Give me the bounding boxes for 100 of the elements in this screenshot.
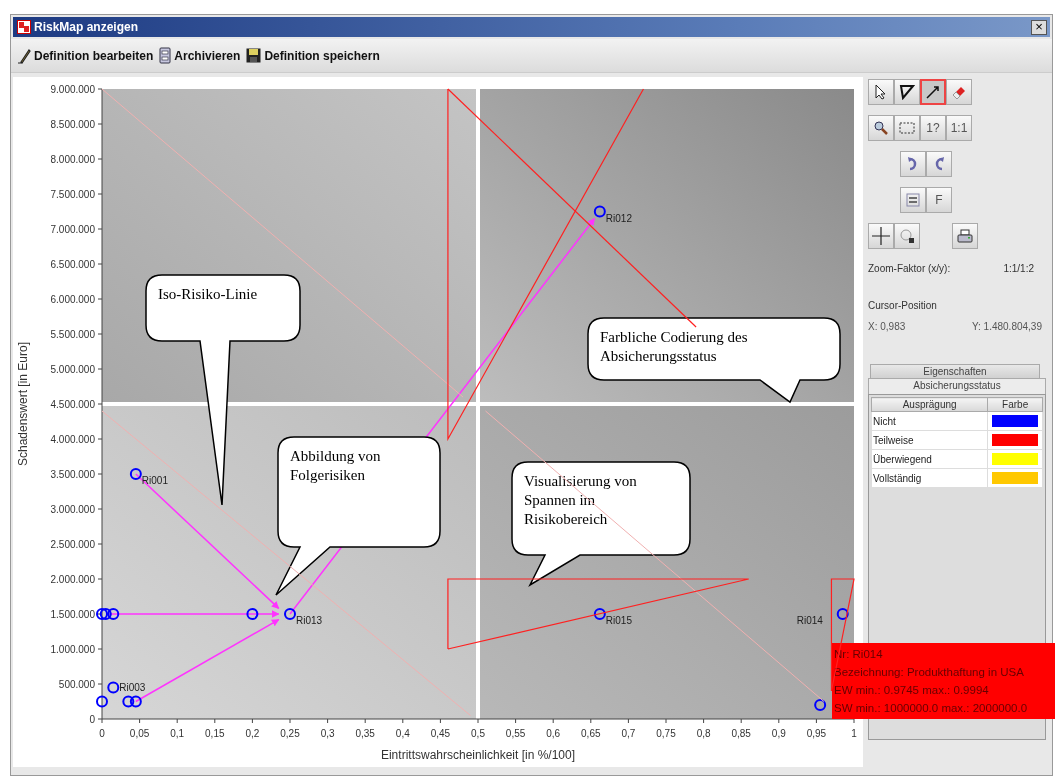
table-cell: Vollständig: [871, 468, 988, 488]
dashed-rectangle-icon: [899, 122, 915, 134]
tooltip-line: Bezeichnung: Produkthaftung in USA: [834, 665, 1025, 680]
tool-button[interactable]: [868, 79, 894, 105]
tab[interactable]: Absicherungsstatus: [868, 378, 1046, 394]
y-tick-label: 2.500.000: [50, 539, 95, 550]
x-tick-label: 0,65: [581, 728, 601, 739]
lasso-icon: [899, 228, 915, 244]
window-title: RiskMap anzeigen: [34, 20, 140, 34]
tool-button[interactable]: [920, 79, 946, 105]
y-tick-label: 500.000: [58, 679, 95, 690]
table-cell: Nicht: [871, 411, 988, 431]
y-tick-label: 1.500.000: [50, 609, 95, 620]
x-tick-label: 0,6: [546, 728, 561, 739]
x-tick-label: 0,1: [170, 728, 185, 739]
column-header: Farbe: [987, 397, 1043, 412]
line-arrow-icon: [925, 84, 941, 100]
risk-point[interactable]: [246, 608, 259, 620]
risk-point[interactable]: [836, 608, 849, 620]
y-tick-label: 6.500.000: [50, 259, 95, 270]
risk-point[interactable]: [122, 695, 135, 708]
x-tick-label: 0,9: [771, 728, 786, 739]
x-tick-label: 0,95: [806, 728, 827, 739]
tool-button[interactable]: 1?: [920, 115, 946, 141]
x-tick-label: 0: [99, 728, 105, 739]
x-tick-label: 0,7: [621, 728, 636, 739]
frame-icon: [906, 193, 920, 207]
point-label: Ri012: [605, 212, 632, 224]
point-label: Ri015: [605, 615, 632, 626]
cursor-y-value: Y: 1.480.804,39: [971, 321, 1042, 332]
risk-point[interactable]: [96, 608, 108, 620]
printer-icon: [957, 229, 973, 243]
cabinet-icon: [159, 47, 172, 64]
pencil-icon: [17, 47, 31, 64]
eraser-icon: [951, 84, 967, 100]
tool-button[interactable]: F: [926, 187, 952, 213]
toolbar-button[interactable]: Archivieren: [159, 47, 241, 64]
y-tick-label: 9.000.000: [50, 84, 95, 95]
x-tick-label: 0,75: [656, 728, 676, 739]
risk-point[interactable]: [96, 695, 108, 708]
y-tick-label: 0: [89, 714, 95, 725]
risk-point[interactable]: [107, 608, 120, 620]
y-tick-label: 6.000.000: [50, 294, 95, 305]
x-tick-label: 0,55: [505, 728, 526, 739]
point-label: Ri014: [796, 615, 823, 626]
y-axis-title: Schadenswert [in Euro]: [16, 341, 30, 467]
x-tick-label: 0,5: [471, 728, 485, 739]
x-tick-label: 0,25: [280, 728, 300, 739]
risk-point[interactable]: [284, 608, 296, 620]
tool-button[interactable]: [894, 79, 920, 105]
triangle-icon: [899, 84, 915, 100]
risk-point[interactable]: [129, 468, 142, 480]
x-axis-title: Eintrittswahrscheinlichkeit [in %/100]: [380, 748, 576, 762]
x-tick-label: 0,4: [395, 728, 410, 739]
x-tick-label: 0,8: [696, 728, 711, 739]
tool-button[interactable]: 1:1: [946, 115, 972, 141]
toolbar-button[interactable]: Definition bearbeiten: [17, 47, 154, 64]
toolbar-button[interactable]: Definition speichern: [246, 47, 380, 64]
app-logo-icon: [17, 20, 31, 34]
callout-text: Abbildung von Folgerisiken: [290, 447, 382, 485]
magnifier-icon: [873, 120, 889, 136]
crosshair-icon: [872, 227, 890, 245]
risk-point[interactable]: [593, 205, 606, 218]
x-tick-label: 0,35: [355, 728, 375, 739]
x-tick-label: 0,05: [129, 728, 150, 739]
cursor-position-label: Cursor-Position: [868, 300, 938, 311]
x-tick-label: 0,15: [205, 728, 225, 739]
y-tick-label: 7.000.000: [50, 224, 95, 235]
y-tick-label: 8.000.000: [50, 154, 95, 165]
tool-button[interactable]: [868, 115, 894, 141]
y-tick-label: 8.500.000: [50, 119, 95, 130]
x-tick-label: 0,45: [430, 728, 451, 739]
callout-text: Iso-Risiko-Linie: [158, 285, 259, 304]
x-tick-label: 0,3: [320, 728, 335, 739]
y-tick-label: 3.000.000: [50, 504, 95, 515]
x-tick-label: 1: [851, 728, 857, 739]
zoom-factor-label: Zoom-Faktor (x/y):: [868, 263, 951, 274]
y-tick-label: 5.000.000: [50, 364, 95, 375]
risk-point[interactable]: [99, 608, 112, 620]
zoom-factor-value: 1:1/1:2: [1003, 263, 1034, 274]
risk-point[interactable]: [593, 608, 606, 620]
column-header: Ausprägung: [871, 397, 988, 412]
y-tick-label: 7.500.000: [50, 189, 95, 200]
tooltip-line: EW min.: 0.9745 max.: 0.9994: [834, 683, 990, 698]
y-tick-label: 3.500.000: [50, 469, 95, 480]
table-cell: Teilweise: [871, 430, 988, 450]
cursor-x-value: X: 0,983: [868, 321, 906, 332]
risk-point[interactable]: [107, 681, 120, 694]
tooltip-line: SW min.: 1000000.0 max.: 2000000.0: [834, 701, 1029, 716]
risk-point[interactable]: [129, 695, 142, 708]
callout-text: Farbliche Codierung des Absicherungsstatus: [600, 328, 749, 366]
risk-point[interactable]: [814, 699, 827, 711]
close-button[interactable]: ×: [1031, 19, 1047, 35]
x-tick-label: 0,85: [731, 728, 751, 739]
table-cell: Überwiegend: [871, 449, 988, 469]
tooltip-line: Nr: Ri014: [834, 647, 884, 662]
tool-button[interactable]: [894, 223, 920, 249]
point-label: Ri003: [119, 681, 146, 693]
y-tick-label: 2.000.000: [50, 574, 95, 585]
x-tick-label: 0,2: [245, 728, 260, 739]
